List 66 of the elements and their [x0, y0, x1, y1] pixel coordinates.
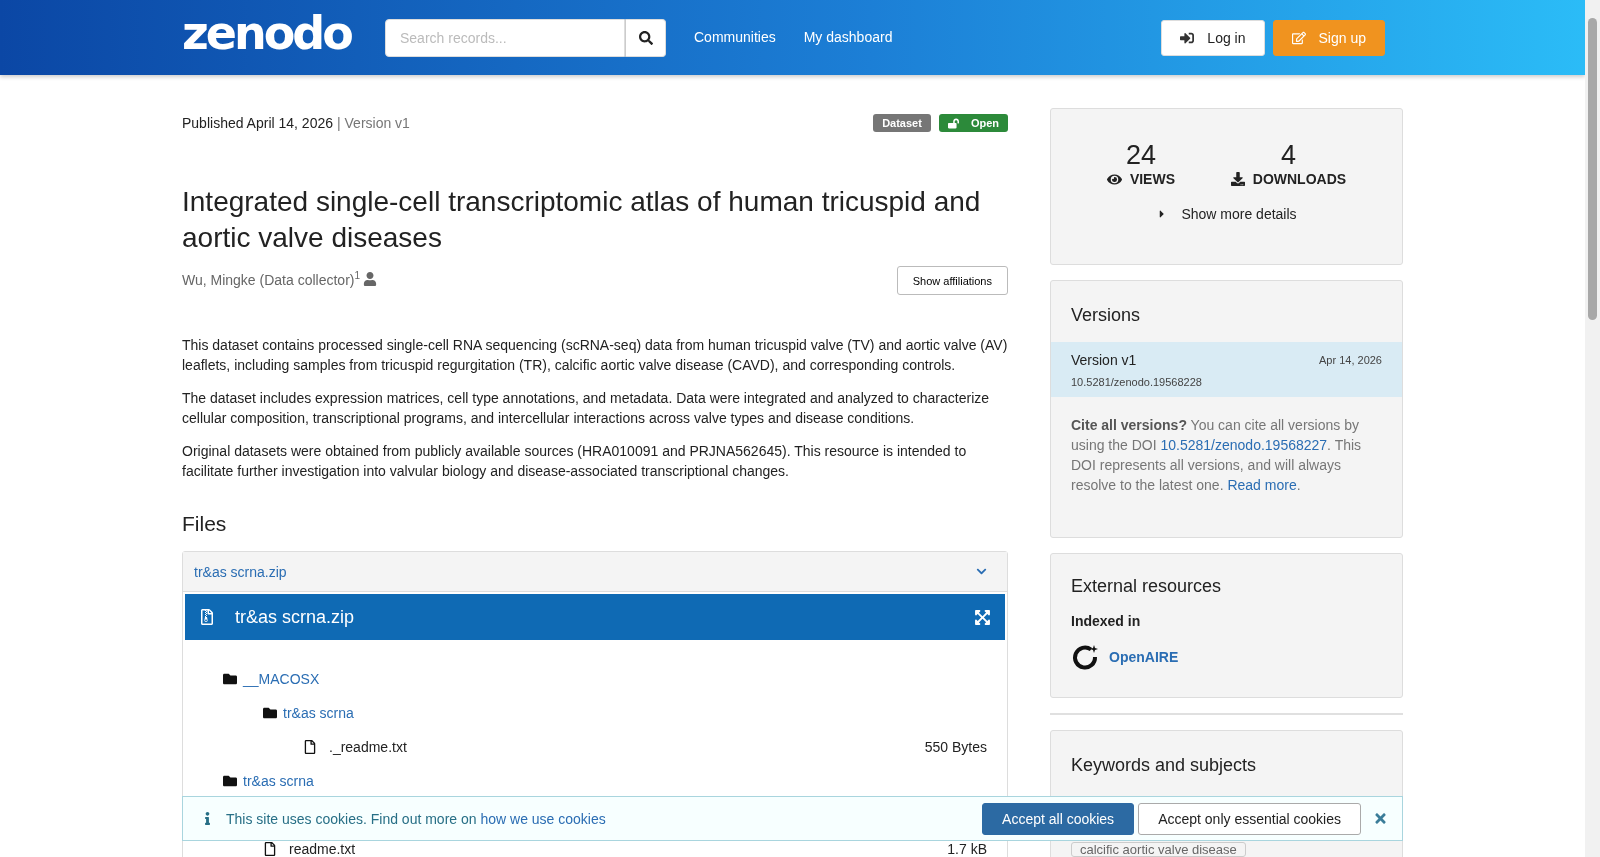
folder-icon	[223, 672, 237, 686]
published-date: Published April 14, 2026	[182, 115, 333, 131]
unlock-icon	[947, 117, 959, 129]
cite-note: Cite all versions? You can cite all versions by using the DOI 10.5281/zenodo.19568227. This DOI represents all versions, and will always resolve to the latest one. Read more.	[1070, 416, 1363, 495]
description-paragraph: Original datasets were obtained from publicly available sources (HRA010091 and PRJNA562645). This resource is intended to facilitate further investigation into valvular biology and disease-associated transcriptional changes.	[182, 442, 968, 481]
description-paragraph: The dataset includes expression matrices, cell type annotations, and metadata. Data were integrated and analyzed to characterize cellular composition, transcriptional programs, and intercellular interactions across valve types and disease conditions.	[182, 389, 991, 428]
downloads-label: DOWNLOADS	[1252, 171, 1347, 187]
ring-logo-icon	[1071, 643, 1099, 671]
keyword-tag[interactable]: calcific aortic valve disease	[1071, 842, 1246, 857]
link[interactable]: Read more	[1227, 477, 1297, 493]
accept-all-button[interactable]: Accept all cookies	[982, 802, 1135, 835]
resource-type-badge: Dataset	[873, 114, 931, 132]
folder-link[interactable]: __MACOSX	[243, 671, 320, 687]
file-name: readme.txt	[289, 841, 356, 857]
description-paragraph: This dataset contains processed single-cell RNA sequencing (scRNA-seq) data from human tricuspid valve (TV) and aortic valve (AV) leaflets, including samples from tricuspid regurgitation (TR), calcific aortic valve disease (CAVD), and corresponding controls.	[182, 336, 1008, 375]
person-icon	[363, 271, 378, 286]
files-heading: Files	[182, 512, 228, 536]
views-count: 24	[1125, 140, 1156, 171]
sign-in-icon	[1180, 30, 1195, 45]
views-label: VIEWS	[1129, 171, 1175, 187]
show-affiliations-button[interactable]: Show affiliations	[896, 266, 1008, 295]
version-label: | Version v1	[337, 115, 410, 131]
file-size: 1.7 kB	[947, 841, 987, 857]
preview-title: tr&as scrna.zip	[235, 606, 356, 628]
creator-name[interactable]: Wu, Mingke (Data collector)$^{1}$	[182, 270, 361, 288]
downloads-count: 4	[1280, 140, 1296, 171]
search-button[interactable]	[625, 18, 666, 57]
search-field[interactable]: Search records...	[385, 18, 625, 57]
nav-link[interactable]: Communities	[694, 28, 776, 45]
versions-heading: Versions	[1070, 304, 1142, 327]
folder-icon	[263, 706, 277, 720]
file-icon	[303, 740, 317, 754]
link[interactable]: how we use cookies	[480, 810, 606, 827]
version-date: Apr 14, 2026	[1319, 354, 1382, 366]
nav-link[interactable]: My dashboard	[803, 28, 893, 45]
login-button[interactable]: Log in	[1161, 19, 1265, 56]
logo[interactable]: zenodo	[182, 7, 355, 60]
version-row[interactable]: Version v1 Apr 14, 2026 10.5281/zenodo.19568228	[1051, 342, 1402, 397]
search-icon	[638, 30, 653, 45]
version-label: Version v1	[1071, 352, 1137, 368]
edit-icon	[1291, 30, 1306, 45]
expand-icon[interactable]	[974, 608, 991, 626]
folder-link[interactable]: tr&as scrna	[283, 705, 354, 721]
file-name: ._readme.txt	[329, 739, 407, 755]
scrollbar[interactable]	[1585, 0, 1600, 857]
archive-icon	[199, 609, 215, 625]
version-doi: 10.5281/zenodo.19568228	[1071, 376, 1203, 388]
file-icon	[263, 842, 277, 856]
archive-link[interactable]: tr&as scrna.zip	[194, 563, 287, 580]
download-icon	[1230, 172, 1245, 186]
accordion-header[interactable]: tr&as scrna.zip	[183, 552, 1007, 592]
accept-essential-button[interactable]: Accept only essential cookies	[1138, 802, 1361, 835]
folder-icon	[223, 774, 237, 788]
cookie-message: This site uses cookies. Find out more on how we use cookies	[226, 810, 607, 827]
record-title: Integrated single-cell transcriptomic atlas of human tricuspid and aortic valve diseases	[182, 185, 982, 255]
access-badge: Open	[938, 114, 1008, 132]
keywords-heading: Keywords and subjects	[1070, 754, 1258, 776]
folder-link[interactable]: tr&as scrna	[243, 773, 314, 789]
file-size: 550 Bytes	[924, 739, 987, 755]
resource-link[interactable]: OpenAIRE	[1109, 649, 1179, 665]
link[interactable]: 10.5281/zenodo.19568227	[1160, 437, 1328, 453]
external-resources-heading: External resources	[1070, 575, 1223, 598]
indexed-in-label: Indexed in	[1070, 613, 1142, 629]
close-icon	[1373, 811, 1388, 826]
close-button[interactable]	[1373, 811, 1388, 826]
show-more-details-button[interactable]: Show more details	[1150, 205, 1303, 223]
